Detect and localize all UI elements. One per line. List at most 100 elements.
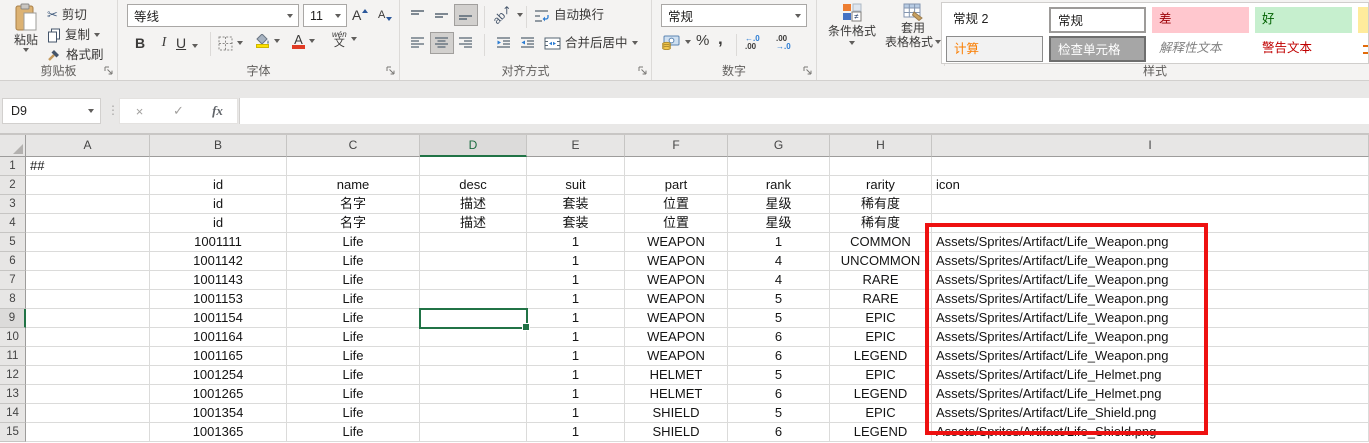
row-header-10[interactable]: 10 [0, 328, 26, 347]
cell-G6[interactable]: 4 [728, 252, 830, 271]
row-header-11[interactable]: 11 [0, 347, 26, 366]
cell-style-explain[interactable]: 解释性文本 [1152, 36, 1249, 62]
row-header-14[interactable]: 14 [0, 404, 26, 423]
row-header-8[interactable]: 8 [0, 290, 26, 309]
underline-dropdown-arrow[interactable] [192, 36, 198, 56]
cell-C8[interactable]: Life [287, 290, 420, 309]
row-header-13[interactable]: 13 [0, 385, 26, 404]
name-box[interactable]: D9 [2, 98, 101, 124]
cell-I5[interactable]: Assets/Sprites/Artifact/Life_Weapon.png [932, 233, 1369, 252]
cell-I15[interactable]: Assets/Sprites/Artifact/Life_Shield.png [932, 423, 1369, 442]
cell-E4[interactable]: 套装 [527, 214, 625, 233]
merge-center-button[interactable]: 合并后居中 [544, 33, 638, 53]
cell-H8[interactable]: RARE [830, 290, 932, 309]
cell-B13[interactable]: 1001265 [150, 385, 287, 404]
cell-B11[interactable]: 1001165 [150, 347, 287, 366]
cell-H9[interactable]: EPIC [830, 309, 932, 328]
cell-G10[interactable]: 6 [728, 328, 830, 347]
cell-G5[interactable]: 1 [728, 233, 830, 252]
cell-D15[interactable] [420, 423, 527, 442]
cell-E15[interactable]: 1 [527, 423, 625, 442]
align-right-button[interactable] [454, 32, 478, 54]
cell-G3[interactable]: 星级 [728, 195, 830, 214]
column-header-C[interactable]: C [287, 135, 420, 157]
cell-F11[interactable]: WEAPON [625, 347, 728, 366]
cell-D11[interactable] [420, 347, 527, 366]
formula-input[interactable] [239, 98, 1369, 124]
cell-H10[interactable]: EPIC [830, 328, 932, 347]
column-header-B[interactable]: B [150, 135, 287, 157]
align-bottom-button[interactable] [454, 4, 478, 26]
borders-button[interactable] [218, 33, 243, 53]
cell-F7[interactable]: WEAPON [625, 271, 728, 290]
cell-E2[interactable]: suit [527, 176, 625, 195]
cell-A11[interactable] [26, 347, 150, 366]
cell-B8[interactable]: 1001153 [150, 290, 287, 309]
cell-F8[interactable]: WEAPON [625, 290, 728, 309]
cell-D3[interactable]: 描述 [420, 195, 527, 214]
cell-H7[interactable]: RARE [830, 271, 932, 290]
row-header-3[interactable]: 3 [0, 195, 26, 214]
phonetic-guide-button[interactable]: wén 文 [332, 29, 357, 49]
cell-H5[interactable]: COMMON [830, 233, 932, 252]
cell-G2[interactable]: rank [728, 176, 830, 195]
cell-E5[interactable]: 1 [527, 233, 625, 252]
cell-B14[interactable]: 1001354 [150, 404, 287, 423]
column-header-F[interactable]: F [625, 135, 728, 157]
font-dialog-launcher[interactable] [385, 65, 396, 76]
cell-E6[interactable]: 1 [527, 252, 625, 271]
cell-H2[interactable]: rarity [830, 176, 932, 195]
insert-function-icon[interactable]: fx [198, 103, 237, 119]
cell-G13[interactable]: 6 [728, 385, 830, 404]
comma-style-button[interactable]: , [718, 29, 723, 49]
font-name-combo[interactable]: 等线 [127, 4, 299, 27]
cell-E9[interactable]: 1 [527, 309, 625, 328]
increase-decimal-button[interactable]: ←.0 .00 [745, 33, 760, 53]
cell-B5[interactable]: 1001111 [150, 233, 287, 252]
cell-H6[interactable]: UNCOMMON [830, 252, 932, 271]
cell-H4[interactable]: 稀有度 [830, 214, 932, 233]
cell-I4[interactable] [932, 214, 1369, 233]
cut-button[interactable]: ✂ 剪切 [47, 5, 87, 25]
cell-G9[interactable]: 5 [728, 309, 830, 328]
cell-A9[interactable] [26, 309, 150, 328]
select-all-corner[interactable] [0, 135, 26, 157]
cell-A10[interactable] [26, 328, 150, 347]
cell-G8[interactable]: 5 [728, 290, 830, 309]
cell-I1[interactable] [932, 157, 1369, 176]
cell-H1[interactable] [830, 157, 932, 176]
cell-I7[interactable]: Assets/Sprites/Artifact/Life_Weapon.png [932, 271, 1369, 290]
cancel-icon[interactable]: × [120, 104, 159, 119]
cell-B12[interactable]: 1001254 [150, 366, 287, 385]
cell-G12[interactable]: 5 [728, 366, 830, 385]
cell-F3[interactable]: 位置 [625, 195, 728, 214]
cell-C10[interactable]: Life [287, 328, 420, 347]
cell-D7[interactable] [420, 271, 527, 290]
column-header-G[interactable]: G [728, 135, 830, 157]
wrap-text-button[interactable]: 自动换行 [534, 5, 604, 25]
cell-style-normal2[interactable]: 常规 2 [946, 7, 1043, 33]
cell-A8[interactable] [26, 290, 150, 309]
cell-style-neutral_partial[interactable] [1358, 7, 1369, 33]
cell-F12[interactable]: HELMET [625, 366, 728, 385]
percent-style-button[interactable]: % [696, 31, 709, 51]
cell-I8[interactable]: Assets/Sprites/Artifact/Life_Weapon.png [932, 290, 1369, 309]
cell-A15[interactable] [26, 423, 150, 442]
cell-B7[interactable]: 1001143 [150, 271, 287, 290]
cell-A3[interactable] [26, 195, 150, 214]
decrease-font-size-button[interactable]: A [378, 5, 392, 25]
increase-indent-button[interactable] [516, 32, 540, 54]
cell-E1[interactable] [527, 157, 625, 176]
cell-style-check[interactable]: 检查单元格 [1049, 36, 1146, 62]
cell-H11[interactable]: LEGEND [830, 347, 932, 366]
cell-C4[interactable]: 名字 [287, 214, 420, 233]
cell-B15[interactable]: 1001365 [150, 423, 287, 442]
align-middle-button[interactable] [430, 4, 454, 26]
cell-B6[interactable]: 1001142 [150, 252, 287, 271]
cell-F9[interactable]: WEAPON [625, 309, 728, 328]
align-top-button[interactable] [406, 4, 430, 26]
row-header-5[interactable]: 5 [0, 233, 26, 252]
alignment-dialog-launcher[interactable] [637, 65, 648, 76]
cell-A5[interactable] [26, 233, 150, 252]
cell-I13[interactable]: Assets/Sprites/Artifact/Life_Helmet.png [932, 385, 1369, 404]
